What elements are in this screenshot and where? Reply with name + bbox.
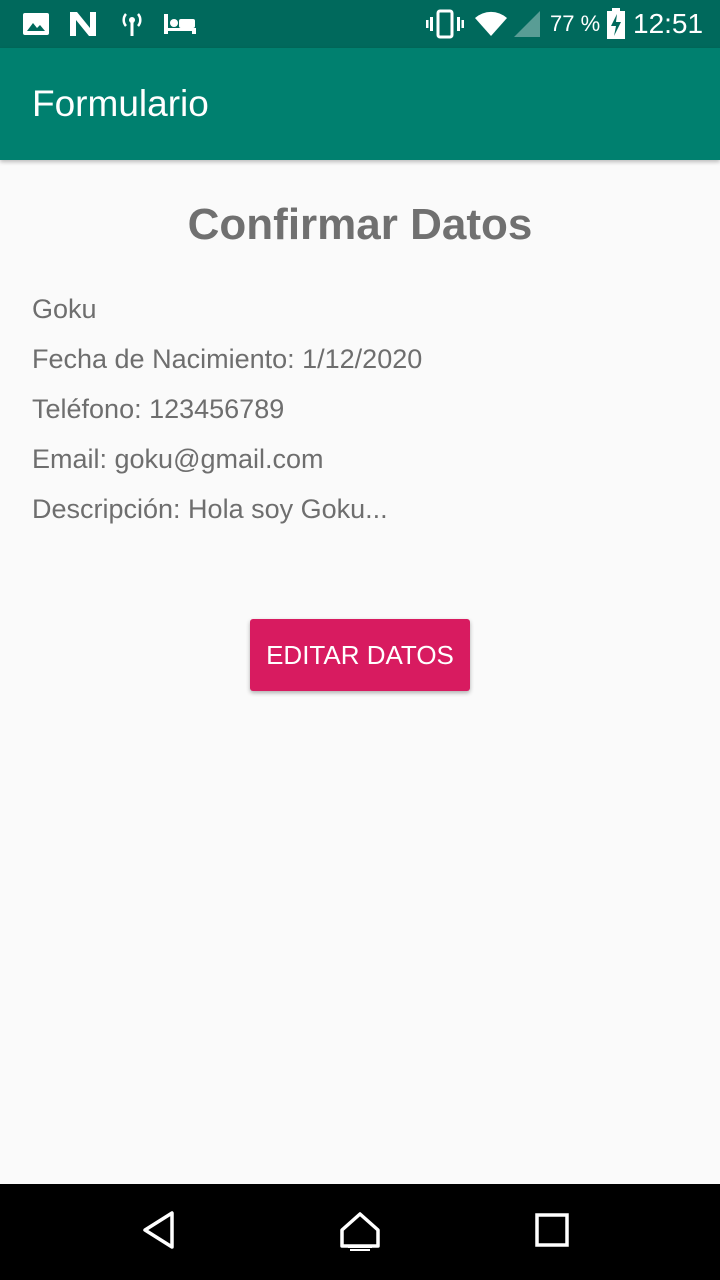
hotspot-icon — [118, 0, 146, 48]
recents-icon — [534, 1212, 570, 1253]
signal-icon — [512, 0, 542, 48]
page-title: Confirmar Datos — [187, 200, 533, 249]
name-text: Goku — [32, 294, 97, 324]
app-title: Formulario — [32, 83, 209, 124]
wifi-icon — [474, 0, 508, 48]
recents-button[interactable] — [504, 1184, 600, 1280]
image-icon — [22, 0, 50, 48]
birthdate-text: Fecha de Nacimiento: 1/12/2020 — [32, 344, 423, 374]
back-button[interactable] — [112, 1184, 208, 1280]
confirm-data-screen: Confirmar Datos Goku Fecha de Nacimiento… — [0, 160, 720, 1184]
back-icon — [140, 1210, 180, 1255]
home-button[interactable] — [312, 1184, 408, 1280]
phone-text: Teléfono: 123456789 — [32, 394, 285, 424]
email-text: Email: goku@gmail.com — [32, 444, 324, 474]
navigation-bar — [0, 1184, 720, 1280]
status-bar: 77 % 12:51 — [0, 0, 720, 48]
home-icon — [338, 1208, 382, 1257]
battery-percent: 77 % — [550, 11, 601, 36]
clock-time: 12:51 — [633, 8, 704, 39]
description-text: Descripción: Hola soy Goku... — [32, 494, 388, 524]
n-notification-icon — [68, 0, 98, 48]
battery-charging-icon — [605, 0, 627, 48]
bed-icon — [162, 0, 198, 48]
edit-data-button[interactable]: EDITAR DATOS — [250, 619, 470, 691]
app-bar: Formulario — [0, 48, 720, 160]
vibrate-icon — [426, 0, 464, 48]
